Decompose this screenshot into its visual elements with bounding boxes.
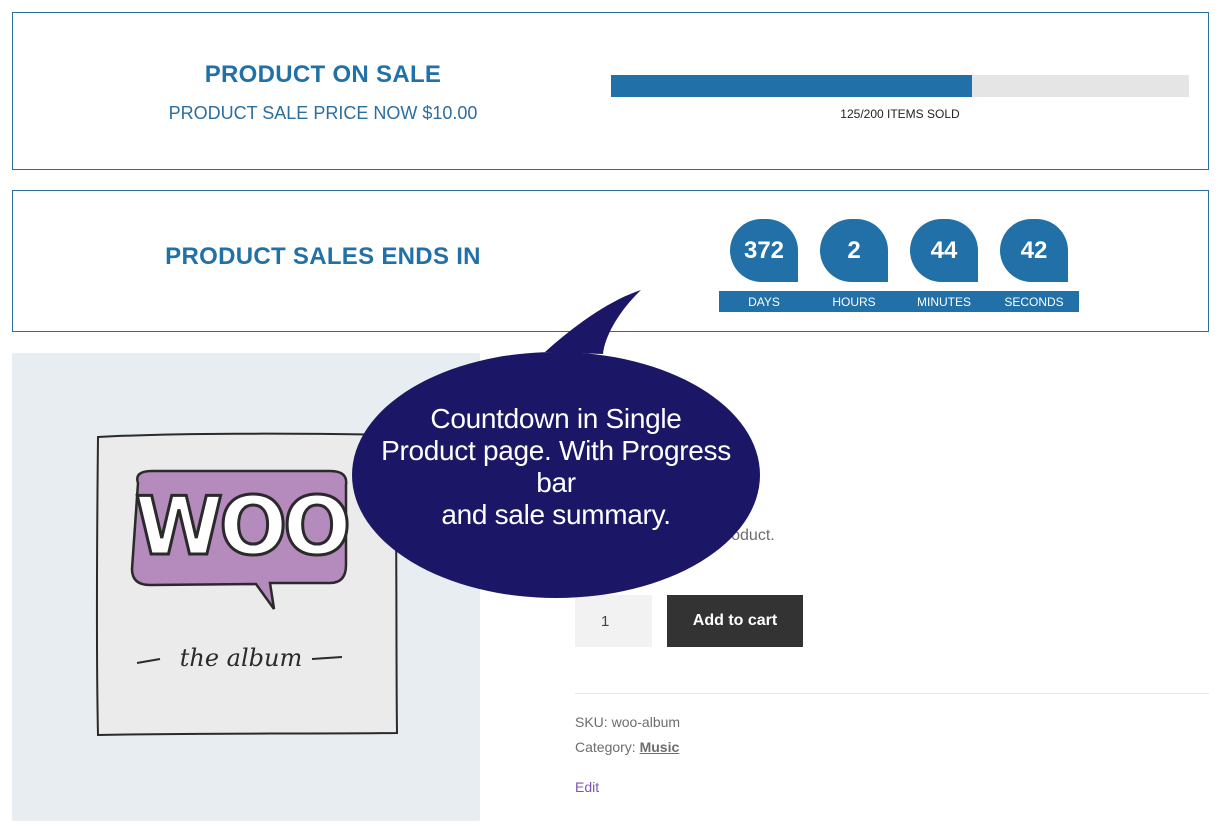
callout-line: bar <box>536 467 576 498</box>
callout-line: Countdown in Single <box>430 403 682 434</box>
countdown-minutes-value: 44 <box>910 219 978 282</box>
album-logo-text: WOO <box>135 480 347 573</box>
countdown-days: 372 DAYS <box>719 219 809 312</box>
countdown-days-label: DAYS <box>748 295 780 309</box>
countdown-hours: 2 HOURS <box>809 219 899 312</box>
sale-summary-panel: PRODUCT ON SALE PRODUCT SALE PRICE NOW $… <box>12 12 1209 170</box>
sale-title: PRODUCT ON SALE <box>204 61 442 88</box>
countdown-hours-label: HOURS <box>832 295 876 309</box>
countdown-seconds-label: SECONDS <box>1004 295 1064 309</box>
countdown-minutes-label: MINUTES <box>917 295 971 309</box>
sales-progress-fill <box>611 75 973 97</box>
sku-label: SKU: <box>575 714 608 730</box>
quantity-input[interactable]: 1 <box>575 595 652 647</box>
countdown-title: PRODUCT SALES ENDS IN <box>165 243 481 270</box>
callout-line: and sale summary. <box>441 499 671 530</box>
album-caption: the album <box>180 644 303 672</box>
countdown-days-value: 372 <box>730 219 798 282</box>
add-to-cart-button[interactable]: Add to cart <box>667 595 803 647</box>
callout-line: Product page. With Progress <box>381 435 731 466</box>
sku-value: woo-album <box>611 714 681 730</box>
product-category: Category: Music <box>575 739 679 755</box>
product-sku: SKU: woo-album <box>575 714 680 730</box>
countdown-seconds: 42 SECONDS <box>989 219 1079 312</box>
sale-price-text: PRODUCT SALE PRICE NOW $10.00 <box>168 103 478 123</box>
sales-progress-bar <box>611 75 1189 97</box>
sales-progress-label: 125/200 ITEMS SOLD <box>840 107 960 121</box>
category-link-music[interactable]: Music <box>640 739 680 755</box>
countdown-panel: PRODUCT SALES ENDS IN 372 DAYS 2 HOURS 4… <box>12 190 1209 332</box>
countdown-seconds-value: 42 <box>1000 219 1068 282</box>
countdown-hours-value: 2 <box>820 219 888 282</box>
countdown-minutes: 44 MINUTES <box>899 219 989 312</box>
countdown-timer: 372 DAYS 2 HOURS 44 MINUTES 42 SECONDS <box>719 219 1079 312</box>
category-label: Category: <box>575 739 636 755</box>
edit-link[interactable]: Edit <box>575 779 599 795</box>
callout-text: Countdown in Single Product page. With P… <box>352 403 760 531</box>
product-meta-divider <box>575 693 1209 694</box>
